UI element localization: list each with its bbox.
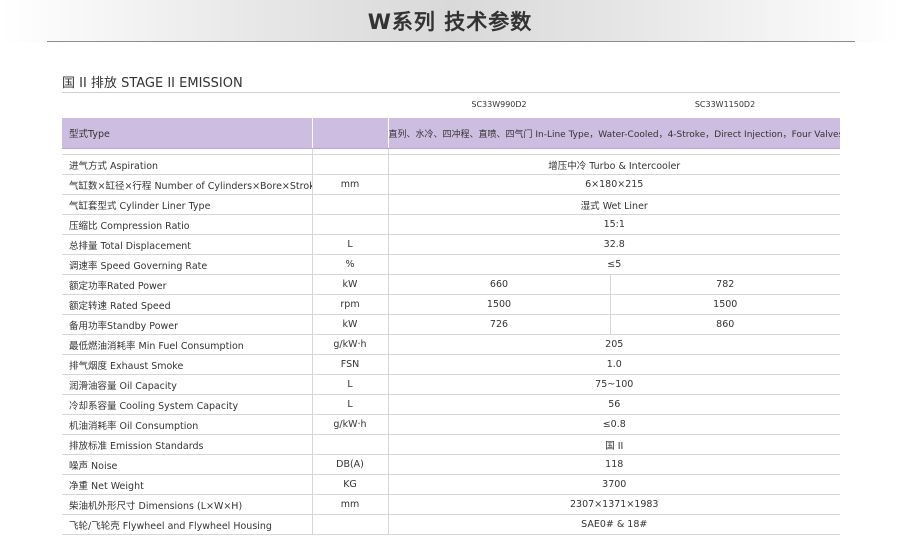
table-row: 柴油机外形尺寸 Dimensions (L×W×H) mm 2307×1371×19… <box>62 494 840 515</box>
param-name: 额定功率Rated Power <box>62 274 312 295</box>
table-row: 排气烟度 Exhaust Smoke FSN 1.0 <box>62 354 840 375</box>
param-unit: L <box>311 374 389 395</box>
section-divider <box>62 92 840 93</box>
param-unit <box>311 154 389 175</box>
param-unit: kW <box>311 314 389 335</box>
spec-table: 型式Type 直列、水冷、四冲程、直喷、四气门 In-Line Type，Wat… <box>62 118 840 535</box>
param-value: 56 <box>388 394 840 415</box>
param-value: 1500 <box>610 294 840 315</box>
param-name: 气缸套型式 Cylinder Liner Type <box>62 194 312 215</box>
table-row: 噪声 Noise DB(A) 118 <box>62 454 840 475</box>
param-unit: g/kW·h <box>311 334 389 355</box>
param-name: 压缩比 Compression Ratio <box>62 214 312 235</box>
param-name: 气缸数×缸径×行程 Number of Cylinders×Bore×Strok… <box>62 174 312 195</box>
table-row: 额定功率Rated Power kW 660 782 <box>62 274 840 295</box>
param-name: 润滑油容量 Oil Capacity <box>62 374 312 395</box>
param-name: 调速率 Speed Governing Rate <box>62 254 312 275</box>
param-unit: L <box>311 394 389 415</box>
param-name: 进气方式 Aspiration <box>62 154 312 175</box>
table-row: 机油消耗率 Oil Consumption g/kW·h ≤0.8 <box>62 414 840 435</box>
table-row: 额定转速 Rated Speed rpm 1500 1500 <box>62 294 840 315</box>
table-row: 调速率 Speed Governing Rate% ≤5 <box>62 254 840 275</box>
type-row: 型式Type 直列、水冷、四冲程、直喷、四气门 In-Line Type，Wat… <box>62 118 840 149</box>
param-unit: mm <box>311 494 389 515</box>
param-value: 2307×1371×1983 <box>388 494 840 515</box>
section-title: 国 II 排放 STAGE II EMISSION <box>62 76 243 91</box>
param-name: 净重 Net Weight <box>62 474 312 495</box>
table-row: 净重 Net Weight KG 3700 <box>62 474 840 495</box>
param-name: 最低燃油消耗率 Min Fuel Consumption <box>62 334 312 355</box>
param-name: 排放标准 Emission Standards <box>62 434 312 455</box>
table-row: 排放标准 Emission Standards 国 II <box>62 434 840 455</box>
param-name: 噪声 Noise <box>62 454 312 475</box>
model-name: SC33W990D2 <box>471 100 527 109</box>
param-name: 柴油机外形尺寸 Dimensions (L×W×H) <box>62 494 312 515</box>
param-value: 782 <box>610 274 840 295</box>
param-value: 直列、水冷、四冲程、直喷、四气门 In-Line Type，Water-Cool… <box>388 118 840 149</box>
param-value: 湿式 Wet Liner <box>388 194 840 215</box>
table-row: 气缸套型式 Cylinder Liner Type 湿式 Wet Liner <box>62 194 840 215</box>
param-unit: FSN <box>311 354 389 375</box>
table-row: 进气方式 Aspiration 增压中冷 Turbo & Intercooler <box>62 154 840 175</box>
param-value: 15:1 <box>388 214 840 235</box>
param-value: 75~100 <box>388 374 840 395</box>
param-name: 额定转速 Rated Speed <box>62 294 312 315</box>
param-name: 飞轮/飞轮壳 Flywheel and Flywheel Housing <box>62 514 312 535</box>
table-row: 气缸数×缸径×行程 Number of Cylinders×Bore×Strok… <box>62 174 840 195</box>
param-unit: rpm <box>311 294 389 315</box>
table-row: 润滑油容量 Oil Capacity L 75~100 <box>62 374 840 395</box>
param-value: 1.0 <box>388 354 840 375</box>
header-banner: W系列 技术参数 <box>0 0 900 42</box>
param-unit <box>311 194 389 215</box>
param-value: 660 <box>388 274 611 295</box>
page-title: W系列 技术参数 <box>367 10 533 34</box>
param-value: ≤5 <box>388 254 840 275</box>
param-name: 冷却系容量 Cooling System Capacity <box>62 394 312 415</box>
param-name: 总排量 Total Displacement <box>62 234 312 255</box>
table-row: 总排量 Total Displacement L 32.8 <box>62 234 840 255</box>
param-unit <box>311 118 389 149</box>
param-unit: g/kW·h <box>311 414 389 435</box>
param-value: 3700 <box>388 474 840 495</box>
param-value: 1500 <box>388 294 611 315</box>
param-name: 排气烟度 Exhaust Smoke <box>62 354 312 375</box>
param-value: 6×180×215 <box>388 174 840 195</box>
param-name: 型式Type <box>62 118 312 149</box>
param-value: 205 <box>388 334 840 355</box>
table-row: 冷却系容量 Cooling System Capacity L 56 <box>62 394 840 415</box>
header-divider <box>47 41 855 42</box>
param-unit: kW <box>311 274 389 295</box>
param-unit <box>311 434 389 455</box>
param-unit: DB(A) <box>311 454 389 475</box>
param-unit <box>311 214 389 235</box>
param-value: SAE0# & 18# <box>388 514 840 535</box>
param-unit <box>311 514 389 535</box>
param-value: 118 <box>388 454 840 475</box>
param-value: 860 <box>610 314 840 335</box>
param-value: 国 II <box>388 434 840 455</box>
param-unit: KG <box>311 474 389 495</box>
table-row: 压缩比 Compression Ratio 15:1 <box>62 214 840 235</box>
param-name: 备用功率Standby Power <box>62 314 312 335</box>
table-row: 最低燃油消耗率 Min Fuel Consumption g/kW·h 205 <box>62 334 840 355</box>
param-value: 726 <box>388 314 611 335</box>
param-unit: mm <box>311 174 389 195</box>
param-value: 增压中冷 Turbo & Intercooler <box>388 154 840 175</box>
table-row: 飞轮/飞轮壳 Flywheel and Flywheel Housing SAE0… <box>62 514 840 535</box>
param-unit: L <box>311 234 389 255</box>
model-name: SC33W1150D2 <box>694 100 756 109</box>
table-row: 备用功率Standby Power kW 726 860 <box>62 314 840 335</box>
param-value: ≤0.8 <box>388 414 840 435</box>
param-name: 机油消耗率 Oil Consumption <box>62 414 312 435</box>
model-header: SC33W990D2 SC33W1150D2 <box>0 100 900 112</box>
param-unit: % <box>311 254 389 275</box>
param-value: 32.8 <box>388 234 840 255</box>
